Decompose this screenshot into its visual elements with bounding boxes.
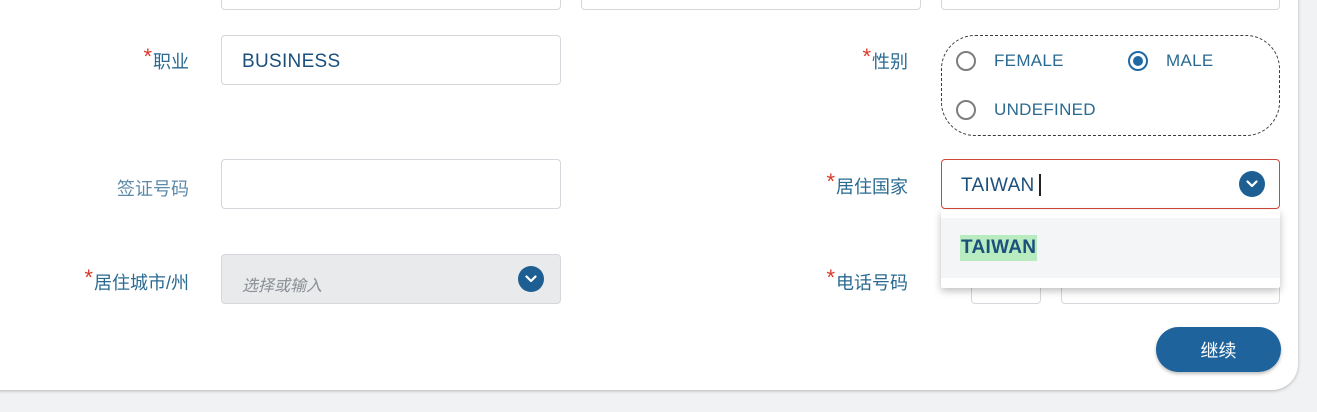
text-caret: [1039, 174, 1041, 196]
continue-button[interactable]: 继续: [1156, 327, 1281, 372]
visa-number-label: 签证号码: [117, 179, 189, 199]
visa-number-input[interactable]: [221, 159, 561, 209]
radio-female[interactable]: [956, 51, 976, 71]
residence-city-select[interactable]: 选择或输入: [221, 254, 561, 304]
gender-option-male[interactable]: MALE: [1128, 51, 1214, 71]
radio-undefined[interactable]: [956, 100, 976, 120]
suggestion-match-text: TAIWAN: [960, 235, 1038, 261]
required-mark: *: [862, 44, 871, 69]
required-mark: *: [143, 44, 152, 69]
country-suggestion-list: TAIWAN: [941, 210, 1280, 288]
required-mark: *: [826, 265, 835, 290]
required-mark: *: [826, 169, 835, 194]
occupation-value: BUSINESS: [242, 51, 341, 72]
top-field-1[interactable]: [221, 0, 561, 10]
chevron-down-icon[interactable]: [1239, 171, 1265, 197]
residence-country-label: *居住国家: [826, 169, 908, 197]
residence-city-placeholder: 选择或输入: [242, 278, 323, 295]
gender-option-undefined[interactable]: UNDEFINED: [956, 100, 1096, 120]
country-suggestion-item[interactable]: TAIWAN: [941, 218, 1280, 278]
radio-female-label: FEMALE: [994, 51, 1064, 70]
gender-radio-group: FEMALE MALE UNDEFINED: [941, 35, 1280, 136]
radio-undefined-label: UNDEFINED: [994, 100, 1096, 119]
occupation-label: *职业: [143, 44, 189, 72]
radio-male-label: MALE: [1166, 51, 1214, 70]
occupation-input[interactable]: BUSINESS: [221, 35, 561, 85]
residence-city-label: *居住城市/州: [84, 265, 189, 293]
phone-number-label: *电话号码: [826, 265, 908, 293]
chevron-down-icon[interactable]: [518, 266, 544, 292]
gender-option-female[interactable]: FEMALE: [956, 51, 1064, 71]
top-field-3[interactable]: [941, 0, 1280, 10]
gender-label: *性别: [862, 44, 908, 72]
residence-country-select[interactable]: TAIWAN: [941, 159, 1280, 209]
radio-male[interactable]: [1128, 51, 1148, 71]
required-mark: *: [84, 265, 93, 290]
residence-country-value: TAIWAN: [961, 175, 1035, 196]
top-field-2[interactable]: [581, 0, 921, 10]
